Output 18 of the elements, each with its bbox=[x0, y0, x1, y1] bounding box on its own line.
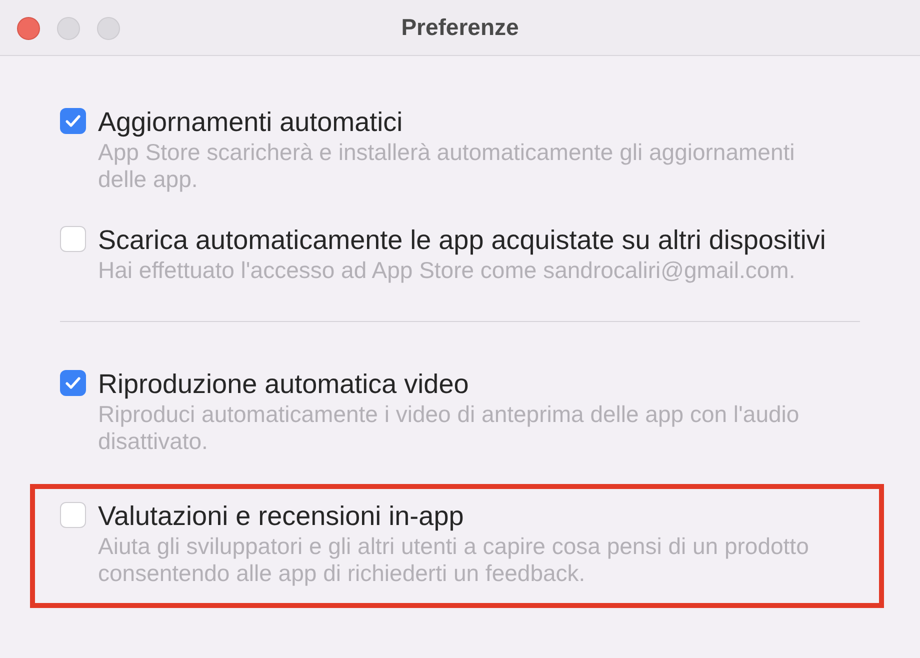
close-button[interactable] bbox=[17, 17, 40, 40]
option-description: Aiuta gli sviluppatori e gli altri utenti a capire cosa pensi di un prodotto consentendo alle app di richiederti un feedback. bbox=[98, 533, 810, 587]
checkbox[interactable] bbox=[60, 370, 86, 396]
option-label: Scarica automaticamente le app acquistate su altri dispositivi bbox=[98, 224, 827, 257]
option-label: Valutazioni e recensioni in-app bbox=[98, 500, 465, 533]
checkmark-icon bbox=[65, 376, 81, 390]
option-label: Aggiornamenti automatici bbox=[98, 106, 404, 139]
option-label: Riproduzione automatica video bbox=[98, 368, 470, 401]
zoom-button[interactable] bbox=[97, 17, 120, 40]
option-description: App Store scaricherà e installerà automaticamente gli aggiornamenti delle app. bbox=[98, 139, 796, 193]
option-description: Riproduci automaticamente i video di anteprima delle app con l'audio disattivato. bbox=[98, 401, 800, 455]
minimize-button[interactable] bbox=[57, 17, 80, 40]
checkbox[interactable] bbox=[60, 226, 86, 252]
checkmark-icon bbox=[65, 114, 81, 128]
checkbox[interactable] bbox=[60, 502, 86, 528]
window-title: Preferenze bbox=[401, 13, 519, 42]
option-description: Hai effettuato l'accesso ad App Store come sandrocaliri@gmail.com. bbox=[98, 257, 796, 284]
checkbox[interactable] bbox=[60, 108, 86, 134]
